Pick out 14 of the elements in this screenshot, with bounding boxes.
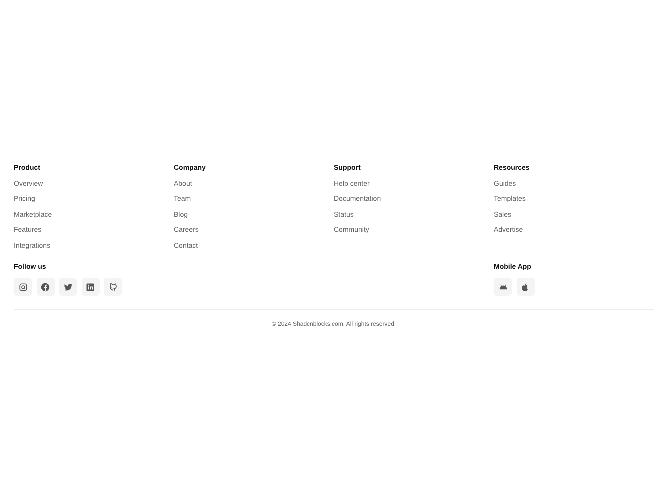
facebook-icon bbox=[41, 282, 50, 292]
bird-button[interactable] bbox=[59, 278, 77, 296]
facebook-button[interactable] bbox=[36, 278, 54, 296]
apple-button[interactable] bbox=[516, 278, 534, 296]
bird-icon bbox=[64, 282, 72, 292]
camera-icon bbox=[18, 282, 28, 292]
github-icon bbox=[108, 282, 118, 292]
linkedin-button[interactable] bbox=[82, 278, 100, 296]
android-icon bbox=[498, 282, 508, 292]
linkedin-icon bbox=[86, 282, 95, 292]
android-button[interactable] bbox=[494, 278, 512, 296]
apple-icon bbox=[521, 282, 530, 292]
github-button[interactable] bbox=[104, 278, 122, 296]
camera-button[interactable] bbox=[14, 278, 32, 296]
